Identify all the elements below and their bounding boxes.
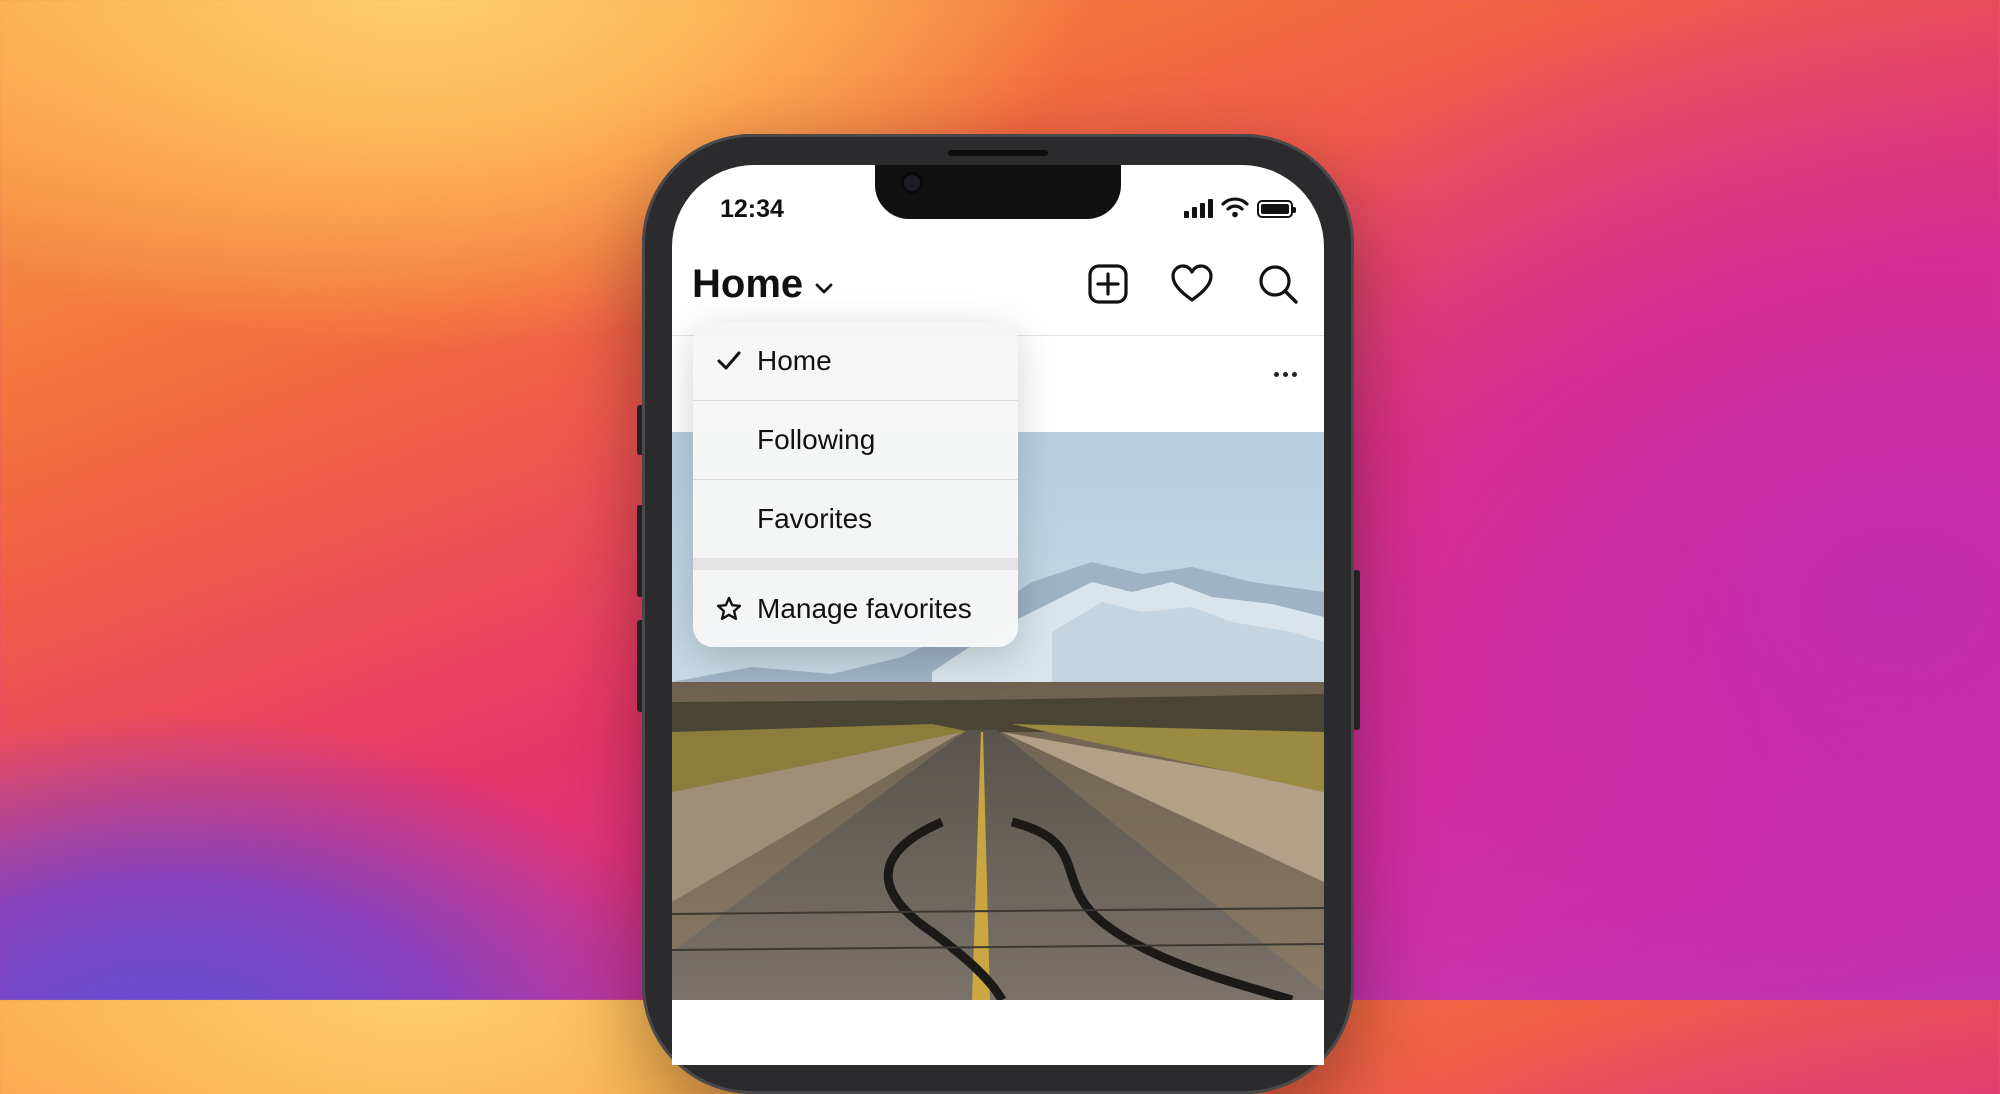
- add-post-icon[interactable]: [1086, 262, 1130, 306]
- search-icon[interactable]: [1256, 262, 1300, 306]
- status-icons: [1184, 196, 1296, 218]
- wifi-icon: [1221, 197, 1249, 218]
- menu-item-home[interactable]: Home: [693, 322, 1018, 400]
- menu-item-label: Manage favorites: [757, 593, 972, 624]
- menu-item-label: Home: [757, 345, 832, 376]
- menu-item-label: Following: [757, 424, 876, 455]
- menu-item-favorites[interactable]: Favorites: [693, 480, 1018, 558]
- menu-item-following[interactable]: Following: [693, 401, 1018, 479]
- status-time: 12:34: [720, 195, 784, 223]
- page-title: Home: [692, 262, 804, 306]
- phone-power-button: [1353, 570, 1360, 730]
- phone-speaker: [948, 150, 1048, 156]
- checkmark-icon: [713, 345, 745, 377]
- battery-icon: [1257, 200, 1296, 218]
- chevron-down-icon: [815, 283, 833, 293]
- heart-icon[interactable]: [1170, 262, 1214, 306]
- feed-selector[interactable]: Home: [692, 262, 835, 307]
- front-camera: [901, 172, 923, 194]
- more-dots-icon[interactable]: [1274, 372, 1297, 377]
- signal-icon: [1184, 198, 1213, 218]
- feed-dropdown-menu: Home Following Favorites Manage favorite…: [693, 322, 1018, 647]
- menu-item-label: Favorites: [757, 503, 873, 534]
- menu-item-manage-favorites[interactable]: Manage favorites: [693, 570, 1018, 647]
- star-icon: [713, 593, 745, 625]
- menu-group-separator: [693, 558, 1018, 570]
